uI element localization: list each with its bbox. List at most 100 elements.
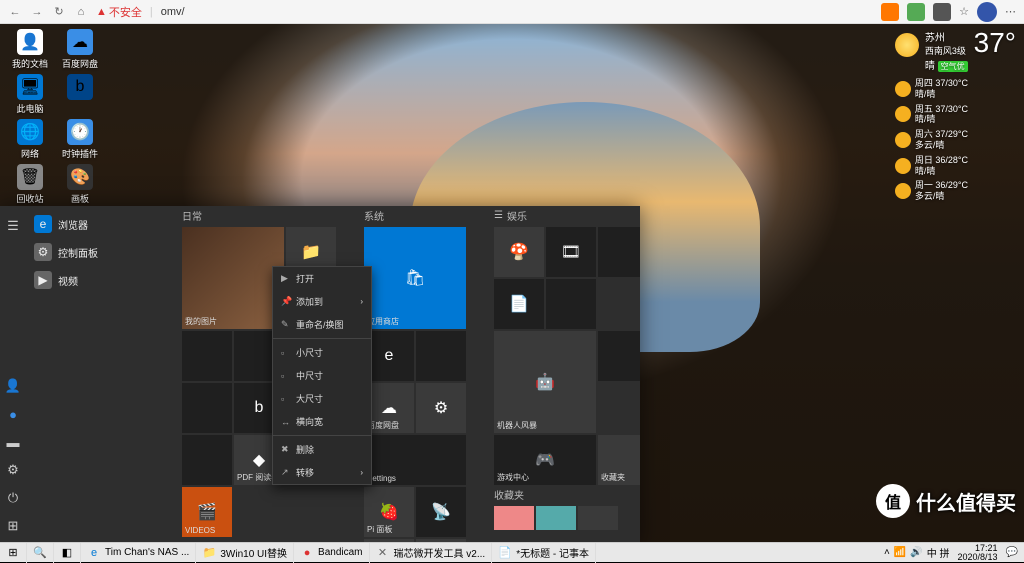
taskbar-item[interactable]: ● Bandicam xyxy=(294,543,369,563)
extension-icon[interactable] xyxy=(933,3,951,21)
desktop-icon[interactable]: b xyxy=(55,74,105,115)
tile-group: 系统 🛍 应用商店 e ☁ 百度网盘 ⚙ Settings 🍓 Pi 面板 xyxy=(364,206,466,542)
pictures-icon[interactable]: ▬ xyxy=(0,428,26,456)
chevron-right-icon: › xyxy=(360,468,363,477)
desktop-icon[interactable]: 🖥 此电脑 xyxy=(5,74,55,115)
live-tile[interactable]: 🍄 xyxy=(494,227,544,277)
context-menu-item[interactable]: ▶ 打开 xyxy=(273,267,371,290)
live-tile[interactable]: ⚙ xyxy=(416,383,466,433)
fav-tile[interactable] xyxy=(536,506,576,530)
fav-tile[interactable] xyxy=(578,506,618,530)
group-header[interactable]: ☰ 娱乐 xyxy=(494,206,640,227)
live-tile[interactable]: Settings xyxy=(364,435,466,485)
live-tile[interactable]: 🎬 VIDEOS xyxy=(182,487,232,537)
desktop-icon[interactable]: ☁ 百度网盘 xyxy=(55,29,105,70)
tray-chevron-icon[interactable]: ˄ xyxy=(884,547,890,558)
power-icon[interactable]: ⏻ xyxy=(0,484,26,512)
tile-icon: 📡 xyxy=(431,502,451,522)
address-bar[interactable]: omv/ xyxy=(161,6,185,18)
live-tile[interactable] xyxy=(598,331,640,381)
context-menu-item[interactable]: ↗ 转移 › xyxy=(273,461,371,484)
group-header[interactable]: 系统 xyxy=(364,206,466,227)
app-icon: 📄 xyxy=(498,546,512,560)
live-tile[interactable]: 收藏夹 xyxy=(598,435,640,485)
network-icon[interactable]: 📶 xyxy=(894,547,906,558)
more-icon[interactable]: ⋯ xyxy=(1005,5,1016,18)
forecast-day: 周四 37/30°C晴/晴 xyxy=(895,78,1016,100)
live-tile[interactable]: 我的图片 xyxy=(182,227,284,329)
desktop-icon[interactable]: 🕐 时钟插件 xyxy=(55,119,105,160)
taskbar-item[interactable]: 📁 3Win10 UI替换 xyxy=(196,543,294,563)
live-tile[interactable] xyxy=(416,331,466,381)
tile-icon: e xyxy=(385,347,394,365)
favorites-icon[interactable]: ☆ xyxy=(959,5,969,18)
weather-icon xyxy=(895,106,911,122)
windows-icon[interactable]: ⊞ xyxy=(0,512,26,540)
notifications-icon[interactable]: 💬 xyxy=(1006,547,1018,558)
back-button[interactable]: ← xyxy=(8,5,22,19)
live-tile[interactable]: 🎞 xyxy=(546,227,596,277)
tile-icon: 🤖 xyxy=(535,372,555,392)
settings-icon[interactable]: ⚙ xyxy=(0,456,26,484)
volume-icon[interactable]: 🔊 xyxy=(910,547,922,558)
group-header[interactable]: 日常 xyxy=(182,206,336,227)
extension-icon[interactable] xyxy=(881,3,899,21)
icon-label: 此电脑 xyxy=(16,102,43,115)
context-menu-item[interactable]: ↔ 横向宽 xyxy=(273,410,371,433)
live-tile[interactable]: 📡 xyxy=(416,487,466,537)
pinned-item[interactable]: ▶ 视频 xyxy=(26,266,174,294)
taskbar: ⊞ 🔍 ◧ e Tim Chan's NAS ... 📁 3Win10 UI替换… xyxy=(0,542,1024,562)
pinned-item[interactable]: e 浏览器 xyxy=(26,210,174,238)
taskbar-item[interactable]: e Tim Chan's NAS ... xyxy=(81,543,196,563)
security-indicator[interactable]: ▲ 不安全 xyxy=(96,4,142,20)
taskbar-label: Bandicam xyxy=(318,547,362,558)
context-menu-item[interactable]: ▫ 小尺寸 xyxy=(273,341,371,364)
live-tile[interactable]: 📄 xyxy=(494,279,544,329)
desktop-icon[interactable]: 🗑 回收站 xyxy=(5,164,55,205)
start-button[interactable]: ⊞ xyxy=(0,543,27,563)
taskbar-item[interactable]: 📄 *无标题 - 记事本 xyxy=(492,543,596,563)
favorites-header[interactable]: 收藏夹 xyxy=(494,485,640,506)
menu-item-label: 打开 xyxy=(296,272,314,285)
taskbar-item[interactable]: ✕ 瑞芯微开发工具 v2... xyxy=(370,543,493,563)
ime-indicator[interactable]: 中 拼 xyxy=(927,545,950,560)
live-tile[interactable]: 🍓 Pi 面板 xyxy=(364,487,414,537)
menu-item-icon: ▫ xyxy=(281,394,291,404)
tile-icon: 🛍 xyxy=(405,268,425,288)
search-button[interactable]: 🔍 xyxy=(27,543,54,563)
refresh-button[interactable]: ↻ xyxy=(52,5,66,19)
context-menu-item[interactable]: ✖ 删除 xyxy=(273,438,371,461)
live-tile[interactable]: 🛍 应用商店 xyxy=(364,227,466,329)
forward-button[interactable]: → xyxy=(30,5,44,19)
watermark: 值 什么值得买 xyxy=(876,484,1016,518)
live-tile[interactable] xyxy=(182,435,232,485)
desktop-icon[interactable]: 🎨 画板 xyxy=(55,164,105,205)
live-tile[interactable] xyxy=(182,383,232,433)
home-button[interactable]: ⌂ xyxy=(74,5,88,19)
account-icon[interactable]: ● xyxy=(0,400,26,428)
live-tile[interactable] xyxy=(546,279,596,329)
context-menu-item[interactable]: ▫ 中尺寸 xyxy=(273,364,371,387)
live-tile[interactable] xyxy=(182,331,232,381)
profile-avatar[interactable] xyxy=(977,2,997,22)
pinned-item[interactable]: ⚙ 控制面板 xyxy=(26,238,174,266)
weather-widget[interactable]: 苏州 西南风3级 晴 空气优 37° 周四 37/30°C晴/晴 周五 37/3… xyxy=(895,29,1016,202)
user-icon[interactable]: 👤 xyxy=(0,372,26,400)
menu-icon[interactable]: ☰ xyxy=(0,212,26,240)
app-icon: e xyxy=(34,215,52,233)
live-tile[interactable]: 🎮 游戏中心 xyxy=(494,435,596,485)
desktop[interactable]: 👤 我的文档 ☁ 百度网盘 🖥 此电脑 b 🌐 网络 🕐 时钟插件 🗑 回收站 … xyxy=(0,24,1024,542)
context-menu-item[interactable]: ✎ 重命名/换图 xyxy=(273,313,371,336)
desktop-icon[interactable]: 🌐 网络 xyxy=(5,119,55,160)
clock[interactable]: 17:21 2020/8/13 xyxy=(954,544,1002,562)
desktop-icon[interactable]: 👤 我的文档 xyxy=(5,29,55,70)
task-view-button[interactable]: ◧ xyxy=(54,543,81,563)
live-tile[interactable] xyxy=(598,227,640,277)
live-tile[interactable]: 🤖 机器人风暴 xyxy=(494,331,596,433)
air-quality-badge: 空气优 xyxy=(938,61,968,72)
fav-tile[interactable] xyxy=(494,506,534,530)
extension-icon[interactable] xyxy=(907,3,925,21)
context-menu-item[interactable]: 📌 添加到 › xyxy=(273,290,371,313)
tile-label: 机器人风暴 xyxy=(497,420,537,431)
context-menu-item[interactable]: ▫ 大尺寸 xyxy=(273,387,371,410)
